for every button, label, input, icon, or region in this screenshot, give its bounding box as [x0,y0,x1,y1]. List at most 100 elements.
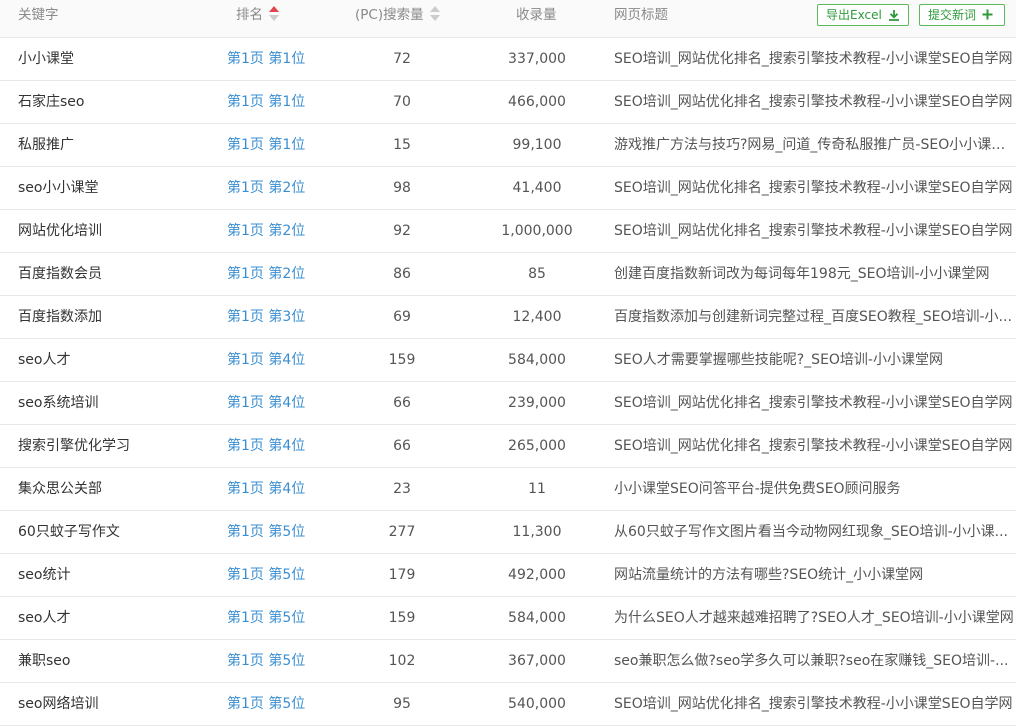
rank-page-link[interactable]: 第1页 [227,266,264,282]
keyword-cell: seo统计 [18,567,71,583]
column-header-rank-label: 排名 [236,7,263,23]
rank-page-link[interactable]: 第1页 [227,438,264,454]
keyword-cell: 小小课堂 [18,51,74,67]
rank-position-link[interactable]: 第2位 [268,266,305,282]
rank-position-link[interactable]: 第1位 [268,137,305,153]
keyword-cell: 60只蚊子写作文 [18,524,120,540]
indexed-count-cell: 492,000 [508,567,566,583]
search-volume-cell: 70 [393,94,411,110]
rank-cell: 第1页 第1位 [227,38,305,80]
column-header-indexed: 收录量 [516,7,557,23]
table-row: seo网络培训 第1页 第5位 95 540,000 SEO培训_网站优化排名_… [0,683,1016,726]
keyword-cell: 私服推广 [18,137,74,153]
rank-page-link[interactable]: 第1页 [227,180,264,196]
rank-cell: 第1页 第4位 [227,468,305,510]
search-volume-cell: 102 [388,653,416,669]
plus-icon [982,9,993,20]
rank-position-link[interactable]: 第5位 [268,567,305,583]
rank-position-link[interactable]: 第2位 [268,180,305,196]
rank-cell: 第1页 第4位 [227,425,305,467]
table-row: 小小课堂 第1页 第1位 72 337,000 SEO培训_网站优化排名_搜索引… [0,38,1016,81]
rank-position-link[interactable]: 第4位 [268,481,305,497]
rank-cell: 第1页 第4位 [227,382,305,424]
indexed-count-cell: 12,400 [512,309,562,325]
keyword-cell: 兼职seo [18,653,71,669]
page-title-cell: seo兼职怎么做?seo学多久可以兼职?seo在家赚钱_SEO培训-... [614,653,1009,669]
search-volume-cell: 92 [393,223,411,239]
rank-cell: 第1页 第5位 [227,683,305,725]
column-header-search-volume-label: (PC)搜索量 [355,7,424,23]
rank-page-link[interactable]: 第1页 [227,94,264,110]
indexed-count-cell: 41,400 [512,180,562,196]
rank-position-link[interactable]: 第5位 [268,653,305,669]
rank-page-link[interactable]: 第1页 [227,309,264,325]
rank-page-link[interactable]: 第1页 [227,524,264,540]
indexed-count-cell: 1,000,000 [501,223,573,239]
rank-page-link[interactable]: 第1页 [227,610,264,626]
rank-position-link[interactable]: 第1位 [268,51,305,67]
indexed-count-cell: 466,000 [508,94,566,110]
page-title-cell: SEO培训_网站优化排名_搜索引擎技术教程-小小课堂SEO自学网 [614,94,1013,110]
table-row: 搜索引擎优化学习 第1页 第4位 66 265,000 SEO培训_网站优化排名… [0,425,1016,468]
sort-icon[interactable] [269,5,279,22]
keyword-cell: 百度指数添加 [18,309,102,325]
rank-page-link[interactable]: 第1页 [227,223,264,239]
rank-position-link[interactable]: 第2位 [268,223,305,239]
rank-position-link[interactable]: 第1位 [268,94,305,110]
rank-cell: 第1页 第5位 [227,554,305,596]
rank-page-link[interactable]: 第1页 [227,352,264,368]
search-volume-cell: 66 [393,438,411,454]
rank-cell: 第1页 第1位 [227,124,305,166]
rank-position-link[interactable]: 第4位 [268,352,305,368]
page-title-cell: SEO培训_网站优化排名_搜索引擎技术教程-小小课堂SEO自学网 [614,395,1013,411]
table-row: seo人才 第1页 第4位 159 584,000 SEO人才需要掌握哪些技能呢… [0,339,1016,382]
indexed-count-cell: 265,000 [508,438,566,454]
page-title-cell: 百度指数添加与创建新词完整过程_百度SEO教程_SEO培训-小... [614,309,1012,325]
export-excel-button[interactable]: 导出Excel [817,4,909,26]
rank-page-link[interactable]: 第1页 [227,567,264,583]
rank-position-link[interactable]: 第5位 [268,524,305,540]
page-title-cell: 为什么SEO人才越来越难招聘了?SEO人才_SEO培训-小小课堂网 [614,610,1014,626]
table-row: seo系统培训 第1页 第4位 66 239,000 SEO培训_网站优化排名_… [0,382,1016,425]
indexed-count-cell: 11 [528,481,546,497]
rank-cell: 第1页 第5位 [227,511,305,553]
rank-cell: 第1页 第2位 [227,210,305,252]
rank-position-link[interactable]: 第4位 [268,438,305,454]
column-header-page-title: 网页标题 [614,7,668,23]
rank-position-link[interactable]: 第4位 [268,395,305,411]
indexed-count-cell: 337,000 [508,51,566,67]
sort-icon[interactable] [429,5,440,22]
search-volume-cell: 179 [388,567,416,583]
keyword-ranking-table: 关键字 排名 (PC)搜索量 收录量 网页标题 导出Excel 提交新词 小小课… [0,0,1016,726]
search-volume-cell: 15 [393,137,411,153]
keyword-cell: seo小小课堂 [18,180,99,196]
rank-position-link[interactable]: 第3位 [268,309,305,325]
table-row: 集众思公关部 第1页 第4位 23 11 小小课堂SEO问答平台-提供免费SEO… [0,468,1016,511]
submit-new-keyword-button[interactable]: 提交新词 [919,4,1005,26]
rank-page-link[interactable]: 第1页 [227,137,264,153]
rank-page-link[interactable]: 第1页 [227,696,264,712]
column-header-search-volume[interactable]: (PC)搜索量 [355,0,440,30]
rank-page-link[interactable]: 第1页 [227,481,264,497]
table-row: seo人才 第1页 第5位 159 584,000 为什么SEO人才越来越难招聘… [0,597,1016,640]
rank-position-link[interactable]: 第5位 [268,696,305,712]
column-header-rank[interactable]: 排名 [236,0,279,30]
search-volume-cell: 86 [393,266,411,282]
column-header-keyword: 关键字 [18,7,59,23]
submit-new-keyword-label: 提交新词 [928,8,977,22]
table-header: 关键字 排名 (PC)搜索量 收录量 网页标题 导出Excel 提交新词 [0,0,1016,38]
page-title-cell: 创建百度指数新词改为每词每年198元_SEO培训-小小课堂网 [614,266,990,282]
search-volume-cell: 277 [388,524,416,540]
rank-position-link[interactable]: 第5位 [268,610,305,626]
rank-page-link[interactable]: 第1页 [227,653,264,669]
page-title-cell: 小小课堂SEO问答平台-提供免费SEO顾问服务 [614,481,901,497]
keyword-cell: seo网络培训 [18,696,99,712]
indexed-count-cell: 367,000 [508,653,566,669]
keyword-cell: 百度指数会员 [18,266,102,282]
table-row: 私服推广 第1页 第1位 15 99,100 游戏推广方法与技巧?网易_问道_传… [0,124,1016,167]
rank-page-link[interactable]: 第1页 [227,51,264,67]
rank-cell: 第1页 第5位 [227,640,305,682]
table-body: 小小课堂 第1页 第1位 72 337,000 SEO培训_网站优化排名_搜索引… [0,38,1016,726]
search-volume-cell: 69 [393,309,411,325]
rank-page-link[interactable]: 第1页 [227,395,264,411]
